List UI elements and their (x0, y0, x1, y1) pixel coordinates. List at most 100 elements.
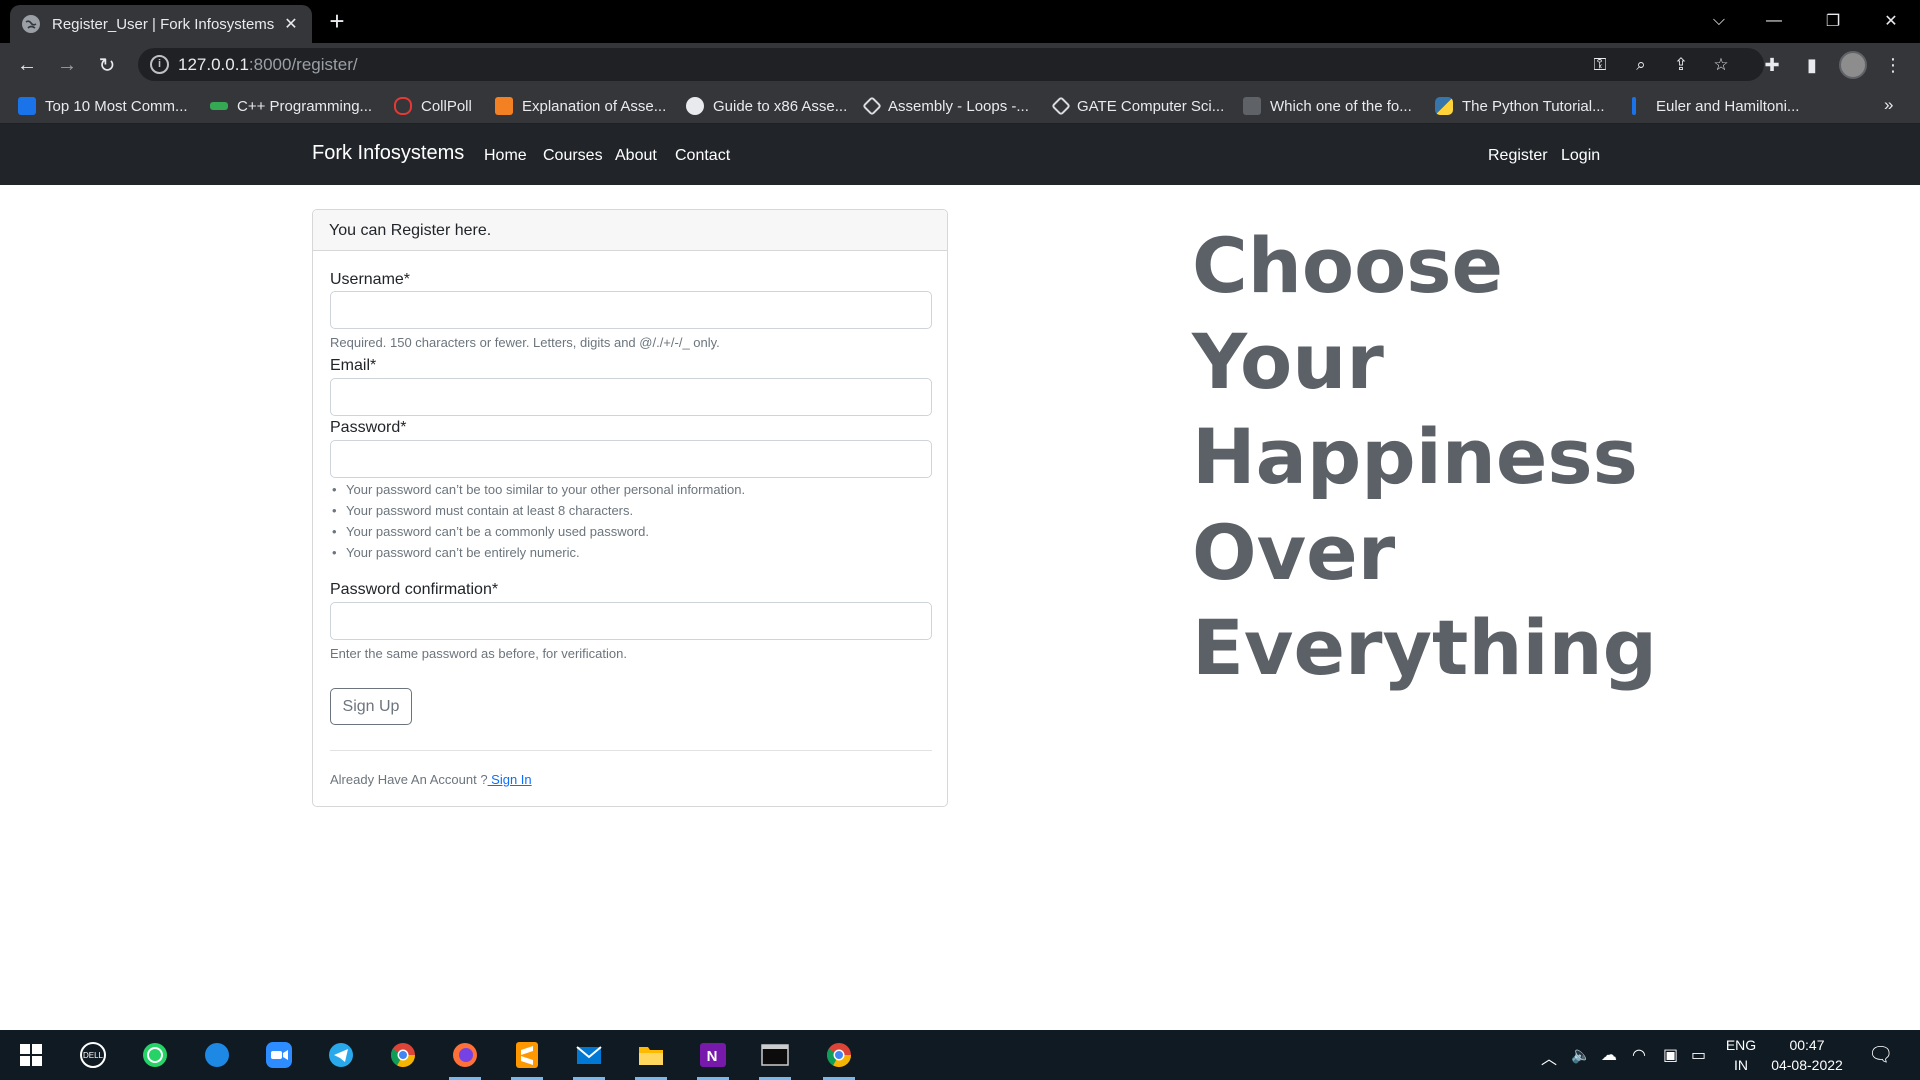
slogan-line: Over (1192, 507, 1396, 597)
onedrive-icon[interactable]: ☁ (1601, 1045, 1617, 1065)
chrome-active-icon[interactable] (823, 1039, 855, 1080)
region-indicator[interactable]: IN (1723, 1057, 1759, 1073)
url-path: :8000/register/ (248, 55, 358, 74)
url-text[interactable]: 127.0.0.1:8000/register/ (178, 55, 358, 75)
extensions-icon[interactable]: ✚ (1758, 51, 1786, 79)
chrome-icon[interactable] (387, 1039, 419, 1071)
camera-icon[interactable]: ▣ (1663, 1045, 1678, 1065)
forward-arrow-icon[interactable]: → (53, 51, 81, 79)
password-input[interactable] (330, 440, 932, 478)
notifications-icon[interactable]: 🗨 (1868, 1042, 1893, 1067)
address-bar[interactable]: i 127.0.0.1:8000/register/ ⚿ ⌕ ⇪ ☆ (138, 48, 1764, 81)
clock-time[interactable]: 00:47 (1765, 1037, 1849, 1053)
wifi-icon[interactable]: ◠ (1632, 1045, 1646, 1065)
back-arrow-icon[interactable]: ← (13, 51, 41, 79)
more-bookmarks-icon[interactable]: » (1884, 95, 1893, 115)
tab-search-icon[interactable]: ⌵ (1699, 6, 1739, 36)
username-label: Username* (330, 271, 411, 288)
bookmark-item[interactable]: Which one of the fo... (1243, 95, 1412, 117)
windows-start-icon[interactable] (15, 1039, 47, 1071)
bookmark-item[interactable]: Guide to x86 Asse... (686, 95, 847, 117)
username-help-text: Required. 150 characters or fewer. Lette… (330, 335, 720, 350)
clock-date[interactable]: 04-08-2022 (1765, 1057, 1849, 1073)
close-window-icon[interactable]: ✕ (1871, 6, 1911, 36)
nav-login[interactable]: Login (1561, 147, 1600, 165)
already-account-text: Already Have An Account ? Sign In (330, 772, 532, 787)
slogan-line: Happiness (1192, 412, 1638, 501)
nav-courses[interactable]: Courses (543, 147, 603, 165)
language-indicator[interactable]: ENG (1723, 1037, 1759, 1053)
bookmark-item[interactable]: Explanation of Asse... (495, 95, 666, 117)
card-header-text: You can Register here. (329, 222, 492, 239)
restore-icon[interactable]: ❐ (1813, 6, 1853, 36)
bookmark-label: Guide to x86 Asse... (713, 97, 848, 115)
globe-icon (22, 15, 40, 33)
zoom-icon[interactable] (263, 1039, 295, 1071)
close-tab-icon[interactable]: ✕ (282, 14, 300, 34)
more-menu-icon[interactable]: ⋮ (1879, 51, 1907, 79)
reload-icon[interactable]: ↻ (93, 51, 121, 79)
tab-title: Register_User | Fork Infosystems (52, 15, 275, 33)
side-panel-icon[interactable]: ▮ (1798, 51, 1826, 79)
bookmark-star-icon[interactable]: ☆ (1710, 54, 1732, 76)
site-info-icon[interactable]: i (150, 55, 169, 74)
username-input[interactable] (330, 291, 932, 329)
sign-up-button[interactable]: Sign Up (330, 688, 412, 725)
windows-taskbar: DELL N ︿ 🔈 ☁ ◠ ▣ ▭ ENG IN 00:47 04-08-20… (0, 1030, 1920, 1080)
password-rule-item: Your password can’t be too similar to yo… (332, 482, 745, 497)
email-input[interactable] (330, 378, 932, 416)
share-icon[interactable]: ⇪ (1670, 54, 1692, 76)
bookmark-item[interactable]: Assembly - Loops -... (862, 95, 1029, 117)
safari-icon[interactable] (201, 1039, 233, 1071)
whatsapp-icon[interactable] (139, 1039, 171, 1071)
browser-tab-strip: Register_User | Fork Infosystems ✕ + ⌵ —… (0, 0, 1920, 43)
browser-tab-active[interactable]: Register_User | Fork Infosystems ✕ (10, 5, 312, 43)
nav-home[interactable]: Home (484, 147, 527, 165)
bookmark-label: Explanation of Asse... (522, 97, 667, 115)
url-host: 127.0.0.1 (178, 55, 249, 74)
mail-icon[interactable] (573, 1039, 605, 1080)
speaker-icon[interactable]: 🔈 (1571, 1045, 1591, 1065)
bookmark-item[interactable]: Euler and Hamiltoni... (1632, 95, 1799, 117)
minimize-icon[interactable]: — (1754, 6, 1794, 36)
nav-contact[interactable]: Contact (675, 147, 730, 165)
onenote-icon[interactable]: N (697, 1039, 729, 1080)
site-brand[interactable]: Fork Infosystems (312, 142, 464, 165)
bookmark-item[interactable]: Top 10 Most Comm... (18, 95, 188, 117)
terminal-icon[interactable] (759, 1039, 791, 1080)
nav-about[interactable]: About (615, 147, 657, 165)
battery-icon[interactable]: ▭ (1691, 1045, 1706, 1065)
password-confirm-input[interactable] (330, 602, 932, 640)
bookmark-item[interactable]: The Python Tutorial... (1435, 95, 1605, 117)
firefox-icon[interactable] (449, 1039, 481, 1080)
bookmark-label: The Python Tutorial... (1462, 97, 1605, 115)
bookmark-item[interactable]: CollPoll (394, 95, 472, 117)
key-icon[interactable]: ⚿ (1589, 54, 1611, 76)
card-header: You can Register here. (313, 210, 947, 251)
card-divider (330, 750, 932, 751)
svg-text:N: N (707, 1048, 718, 1065)
telegram-icon[interactable] (325, 1039, 357, 1071)
bookmark-item[interactable]: GATE Computer Sci... (1051, 95, 1224, 117)
bookmark-label: Top 10 Most Comm... (45, 97, 188, 115)
bookmark-label: Euler and Hamiltoni... (1656, 97, 1800, 115)
file-explorer-icon[interactable] (635, 1039, 667, 1080)
show-hidden-icons-icon[interactable]: ︿ (1541, 1045, 1557, 1069)
password-confirm-help-text: Enter the same password as before, for v… (330, 646, 627, 661)
sublime-text-icon[interactable] (511, 1039, 543, 1080)
bookmark-label: Which one of the fo... (1270, 97, 1412, 115)
bookmark-label: C++ Programming... (237, 97, 373, 115)
sign-in-link[interactable]: Sign In (488, 772, 531, 787)
dell-icon[interactable]: DELL (77, 1039, 109, 1071)
zoom-icon[interactable]: ⌕ (1630, 54, 1652, 76)
bookmark-favicon-red (394, 97, 412, 115)
hero-slogan: Choose Your Happiness Over Everything (1192, 218, 1657, 696)
bookmark-favicon-green (210, 102, 228, 110)
password-rule-item: Your password must contain at least 8 ch… (332, 503, 633, 518)
profile-avatar[interactable] (1839, 51, 1867, 79)
site-navbar: Fork Infosystems Home Courses About Cont… (0, 124, 1920, 185)
bookmark-item[interactable]: C++ Programming... (210, 95, 372, 117)
nav-register[interactable]: Register (1488, 147, 1548, 165)
new-tab-button[interactable]: + (324, 8, 350, 35)
svg-text:DELL: DELL (83, 1051, 104, 1060)
